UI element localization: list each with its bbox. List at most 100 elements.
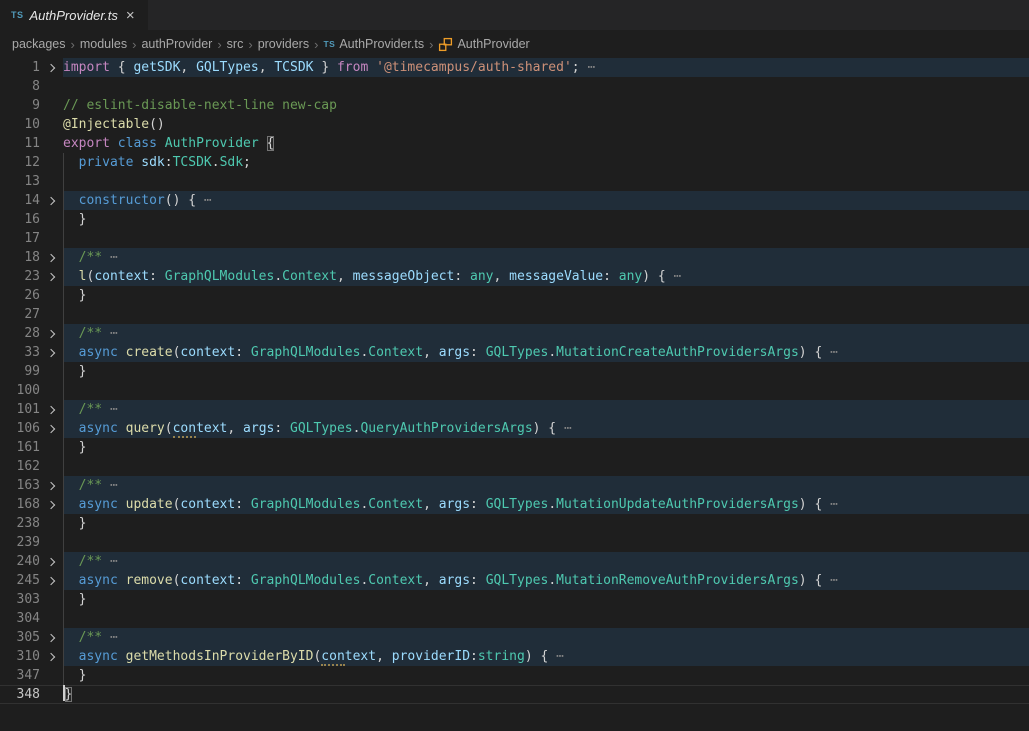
code-token[interactable]: ; — [572, 60, 580, 75]
line-number[interactable]: 13 — [0, 172, 40, 191]
line-number[interactable]: 106 — [0, 419, 40, 438]
fold-chevron[interactable] — [40, 274, 63, 280]
fold-chevron[interactable] — [40, 502, 63, 508]
line-number[interactable]: 17 — [0, 229, 40, 248]
close-tab-icon[interactable]: × — [124, 7, 137, 24]
code-token[interactable]: ⋯ — [110, 478, 118, 493]
code-content[interactable]: import { getSDK, GQLTypes, TCSDK } from … — [63, 58, 1029, 77]
code-token[interactable]: . — [548, 497, 556, 512]
line-number[interactable]: 1 — [0, 58, 40, 77]
code-token[interactable]: AuthProvider — [165, 136, 259, 151]
code-token[interactable]: : — [274, 421, 290, 436]
code-token[interactable] — [368, 60, 376, 75]
code-token[interactable]: } — [314, 60, 337, 75]
code-token[interactable] — [110, 136, 118, 151]
line-number[interactable]: 9 — [0, 96, 40, 115]
code-token[interactable]: Context — [368, 345, 423, 360]
fold-chevron[interactable] — [40, 65, 63, 71]
code-token[interactable]: @Injectable — [63, 117, 149, 132]
code-token[interactable]: Sdk — [220, 155, 243, 170]
code-token[interactable]: GQLTypes — [196, 60, 259, 75]
code-token[interactable]: Context — [368, 573, 423, 588]
code-token[interactable]: context — [180, 345, 235, 360]
code-token[interactable]: context — [94, 269, 149, 284]
code-content[interactable] — [63, 457, 1029, 476]
code-token[interactable]: , — [227, 421, 243, 436]
code-token[interactable]: MutationCreateAuthProvidersArgs — [556, 345, 799, 360]
code-token[interactable] — [63, 193, 79, 208]
code-token[interactable]: , — [376, 649, 392, 664]
code-token[interactable] — [63, 478, 79, 493]
code-token[interactable] — [63, 630, 79, 645]
code-token[interactable] — [63, 497, 79, 512]
code-token[interactable]: ( — [165, 421, 173, 436]
code-token[interactable]: getMethodsInProviderByID — [126, 649, 314, 664]
code-token[interactable]: args — [439, 497, 470, 512]
code-content[interactable]: } — [63, 438, 1029, 457]
code-token[interactable]: } — [63, 592, 86, 607]
code-token[interactable] — [118, 497, 126, 512]
line-number[interactable]: 16 — [0, 210, 40, 229]
line-number[interactable]: 162 — [0, 457, 40, 476]
code-token[interactable]: GraphQLModules — [251, 573, 361, 588]
code-content[interactable]: // eslint-disable-next-line new-cap — [63, 96, 1029, 115]
breadcrumb-item-authprovider-ts[interactable]: TSAuthProvider.ts — [323, 37, 424, 51]
code-token[interactable]: ⋯ — [674, 269, 682, 284]
line-number[interactable]: 23 — [0, 267, 40, 286]
code-token[interactable]: GraphQLModules — [165, 269, 275, 284]
code-token[interactable]: Context — [282, 269, 337, 284]
code-token[interactable]: async — [79, 497, 118, 512]
code-content[interactable]: } — [63, 286, 1029, 305]
code-token[interactable] — [118, 573, 126, 588]
line-number[interactable]: 100 — [0, 381, 40, 400]
code-token[interactable]: from — [337, 60, 368, 75]
code-content[interactable]: } — [63, 362, 1029, 381]
code-token[interactable]: remove — [126, 573, 173, 588]
code-token[interactable]: string — [478, 649, 525, 664]
code-token[interactable]: GQLTypes — [486, 573, 549, 588]
code-token[interactable]: class — [118, 136, 157, 151]
code-token[interactable]: : — [235, 573, 251, 588]
code-token[interactable]: query — [126, 421, 165, 436]
code-token[interactable]: , — [423, 497, 439, 512]
code-token[interactable] — [63, 269, 79, 284]
code-token[interactable]: export — [63, 136, 110, 151]
code-content[interactable]: async create(context: GraphQLModules.Con… — [63, 343, 1029, 362]
code-token[interactable] — [118, 421, 126, 436]
line-number[interactable]: 304 — [0, 609, 40, 628]
line-number[interactable]: 305 — [0, 628, 40, 647]
code-token[interactable]: ) { — [525, 649, 556, 664]
code-token[interactable]: async — [79, 421, 118, 436]
code-token[interactable]: } — [63, 212, 86, 227]
code-content[interactable]: async remove(context: GraphQLModules.Con… — [63, 571, 1029, 590]
code-token[interactable]: ⋯ — [110, 250, 118, 265]
code-content[interactable]: /** ⋯ — [63, 324, 1029, 343]
code-token[interactable]: : — [470, 573, 486, 588]
line-number[interactable]: 240 — [0, 552, 40, 571]
code-token[interactable] — [118, 649, 126, 664]
code-token[interactable]: : — [470, 497, 486, 512]
tab-authprovider-ts[interactable]: TS AuthProvider.ts × — [0, 0, 148, 30]
code-token[interactable]: } — [65, 687, 73, 702]
code-token[interactable]: } — [63, 668, 86, 683]
code-content[interactable] — [63, 305, 1029, 324]
code-token[interactable]: async — [79, 649, 118, 664]
code-token[interactable]: ) { — [642, 269, 673, 284]
breadcrumb-item-packages[interactable]: packages — [12, 37, 66, 51]
code-token[interactable]: . — [274, 269, 282, 284]
breadcrumb-item-authprovider[interactable]: AuthProvider — [438, 37, 529, 52]
code-token[interactable]: sdk — [141, 155, 164, 170]
code-token[interactable]: /** — [79, 554, 110, 569]
code-token[interactable]: GQLTypes — [486, 497, 549, 512]
code-token[interactable]: async — [79, 573, 118, 588]
code-token[interactable]: : — [149, 269, 165, 284]
code-token[interactable]: GQLTypes — [290, 421, 353, 436]
code-content[interactable]: /** ⋯ — [63, 248, 1029, 267]
code-token[interactable]: update — [126, 497, 173, 512]
code-token[interactable]: ⋯ — [580, 60, 596, 75]
line-number[interactable]: 101 — [0, 400, 40, 419]
code-token[interactable]: . — [548, 573, 556, 588]
code-content[interactable]: async query(context, args: GQLTypes.Quer… — [63, 419, 1029, 438]
code-token[interactable]: Context — [368, 497, 423, 512]
fold-chevron[interactable] — [40, 578, 63, 584]
